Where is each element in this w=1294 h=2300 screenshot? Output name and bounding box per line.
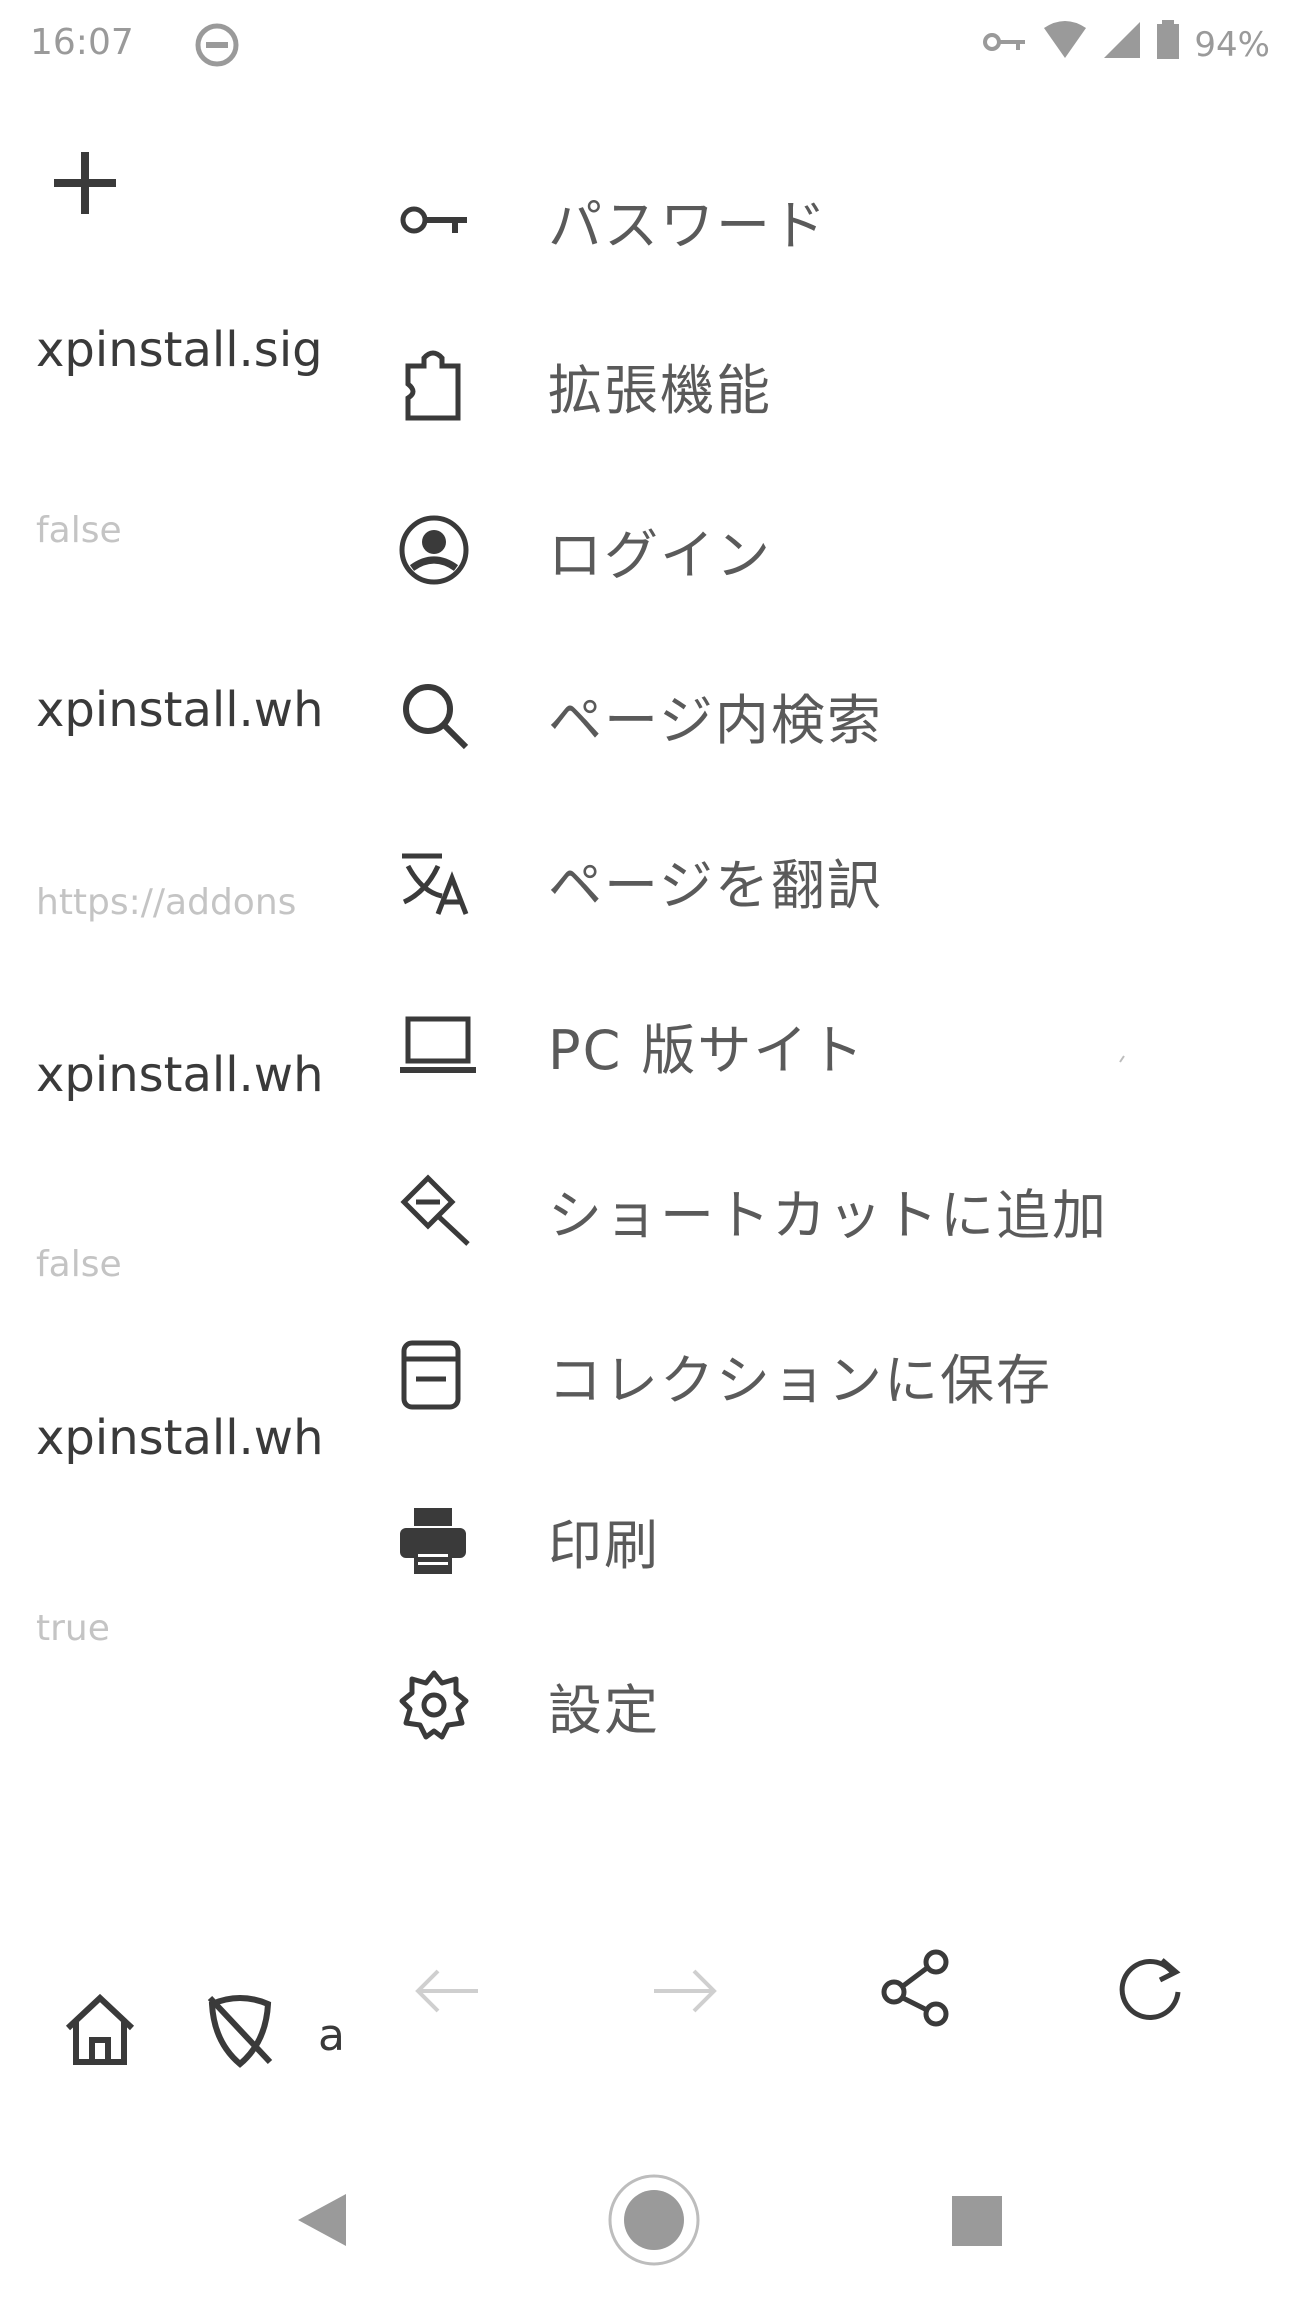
menu-item-add-shortcut[interactable]: ショートカットに追加 bbox=[370, 1145, 1294, 1275]
pref-value: https://addons bbox=[36, 882, 297, 923]
back-icon[interactable] bbox=[412, 1966, 482, 2020]
menu-item-desktop-site[interactable]: PC 版サイト bbox=[370, 980, 1294, 1110]
search-icon bbox=[398, 665, 498, 765]
desktop-site-toggle[interactable] bbox=[1110, 1038, 1140, 1068]
desktop-icon bbox=[398, 995, 498, 1095]
settings-icon bbox=[398, 1655, 498, 1755]
key-icon bbox=[398, 170, 498, 270]
menu-item-settings[interactable]: 設定 bbox=[370, 1640, 1294, 1770]
pref-name[interactable]: xpinstall.sig bbox=[36, 322, 323, 378]
menu-item-label: ページを翻訳 bbox=[548, 853, 883, 917]
menu-item-label: 設定 bbox=[548, 1678, 660, 1742]
status-bar: 16:07 94% bbox=[0, 0, 1294, 92]
key-icon bbox=[982, 25, 1028, 65]
system-nav-bar bbox=[0, 2120, 1294, 2300]
menu-item-label: パスワード bbox=[548, 193, 828, 257]
nav-recents-icon[interactable] bbox=[950, 2194, 1004, 2252]
background-page: xpinstall.sig false xpinstall.wh https:/… bbox=[0, 92, 340, 1922]
menu-item-label: ページ内検索 bbox=[548, 688, 883, 752]
home-icon[interactable] bbox=[60, 1990, 140, 2074]
menu-item-label: 拡張機能 bbox=[548, 358, 772, 422]
menu-item-find-in-page[interactable]: ページ内検索 bbox=[370, 650, 1294, 780]
menu-item-label: ログイン bbox=[548, 523, 772, 587]
url-fragment: a bbox=[318, 2010, 345, 2061]
menu-item-label: ショートカットに追加 bbox=[548, 1183, 1108, 1247]
status-icons: 94% bbox=[982, 20, 1270, 69]
battery-percent: 94% bbox=[1194, 24, 1270, 65]
menu-item-translate[interactable]: ページを翻訳 bbox=[370, 815, 1294, 945]
pref-name[interactable]: xpinstall.wh bbox=[36, 682, 323, 738]
status-time: 16:07 bbox=[30, 22, 134, 63]
dnd-icon bbox=[192, 20, 242, 74]
menu-item-save-to-collection[interactable]: コレクションに保存 bbox=[370, 1310, 1294, 1440]
pref-value: true bbox=[36, 1608, 110, 1649]
menu-item-sign-in[interactable]: ログイン bbox=[370, 485, 1294, 615]
menu-item-label: 印刷 bbox=[548, 1513, 660, 1577]
account-icon bbox=[398, 500, 498, 600]
nav-home-icon[interactable] bbox=[606, 2172, 702, 2272]
menu-item-print[interactable]: 印刷 bbox=[370, 1475, 1294, 1605]
pref-value: false bbox=[36, 1244, 122, 1285]
plus-icon[interactable] bbox=[52, 150, 118, 220]
print-icon bbox=[398, 1490, 498, 1590]
reload-icon[interactable] bbox=[1112, 1950, 1188, 2030]
add-shortcut-icon bbox=[398, 1160, 498, 1260]
collection-icon bbox=[398, 1325, 498, 1425]
signal-icon bbox=[1102, 20, 1142, 69]
pref-value: false bbox=[36, 510, 122, 551]
nav-back-icon[interactable] bbox=[292, 2190, 352, 2254]
battery-icon bbox=[1156, 20, 1180, 69]
forward-icon[interactable] bbox=[650, 1966, 720, 2020]
pref-name[interactable]: xpinstall.wh bbox=[36, 1410, 323, 1466]
share-icon[interactable] bbox=[880, 1948, 956, 2032]
tracking-protection-icon[interactable] bbox=[200, 1990, 280, 2074]
menu-item-label: コレクションに保存 bbox=[548, 1348, 1052, 1412]
wifi-icon bbox=[1042, 20, 1088, 69]
translate-icon bbox=[398, 830, 498, 930]
menu-item-passwords[interactable]: パスワード bbox=[370, 155, 1294, 285]
menu-item-label: PC 版サイト bbox=[548, 1018, 866, 1082]
pref-name[interactable]: xpinstall.wh bbox=[36, 1047, 323, 1103]
menu-item-extensions[interactable]: 拡張機能 bbox=[370, 320, 1294, 450]
extensions-icon bbox=[398, 335, 498, 435]
